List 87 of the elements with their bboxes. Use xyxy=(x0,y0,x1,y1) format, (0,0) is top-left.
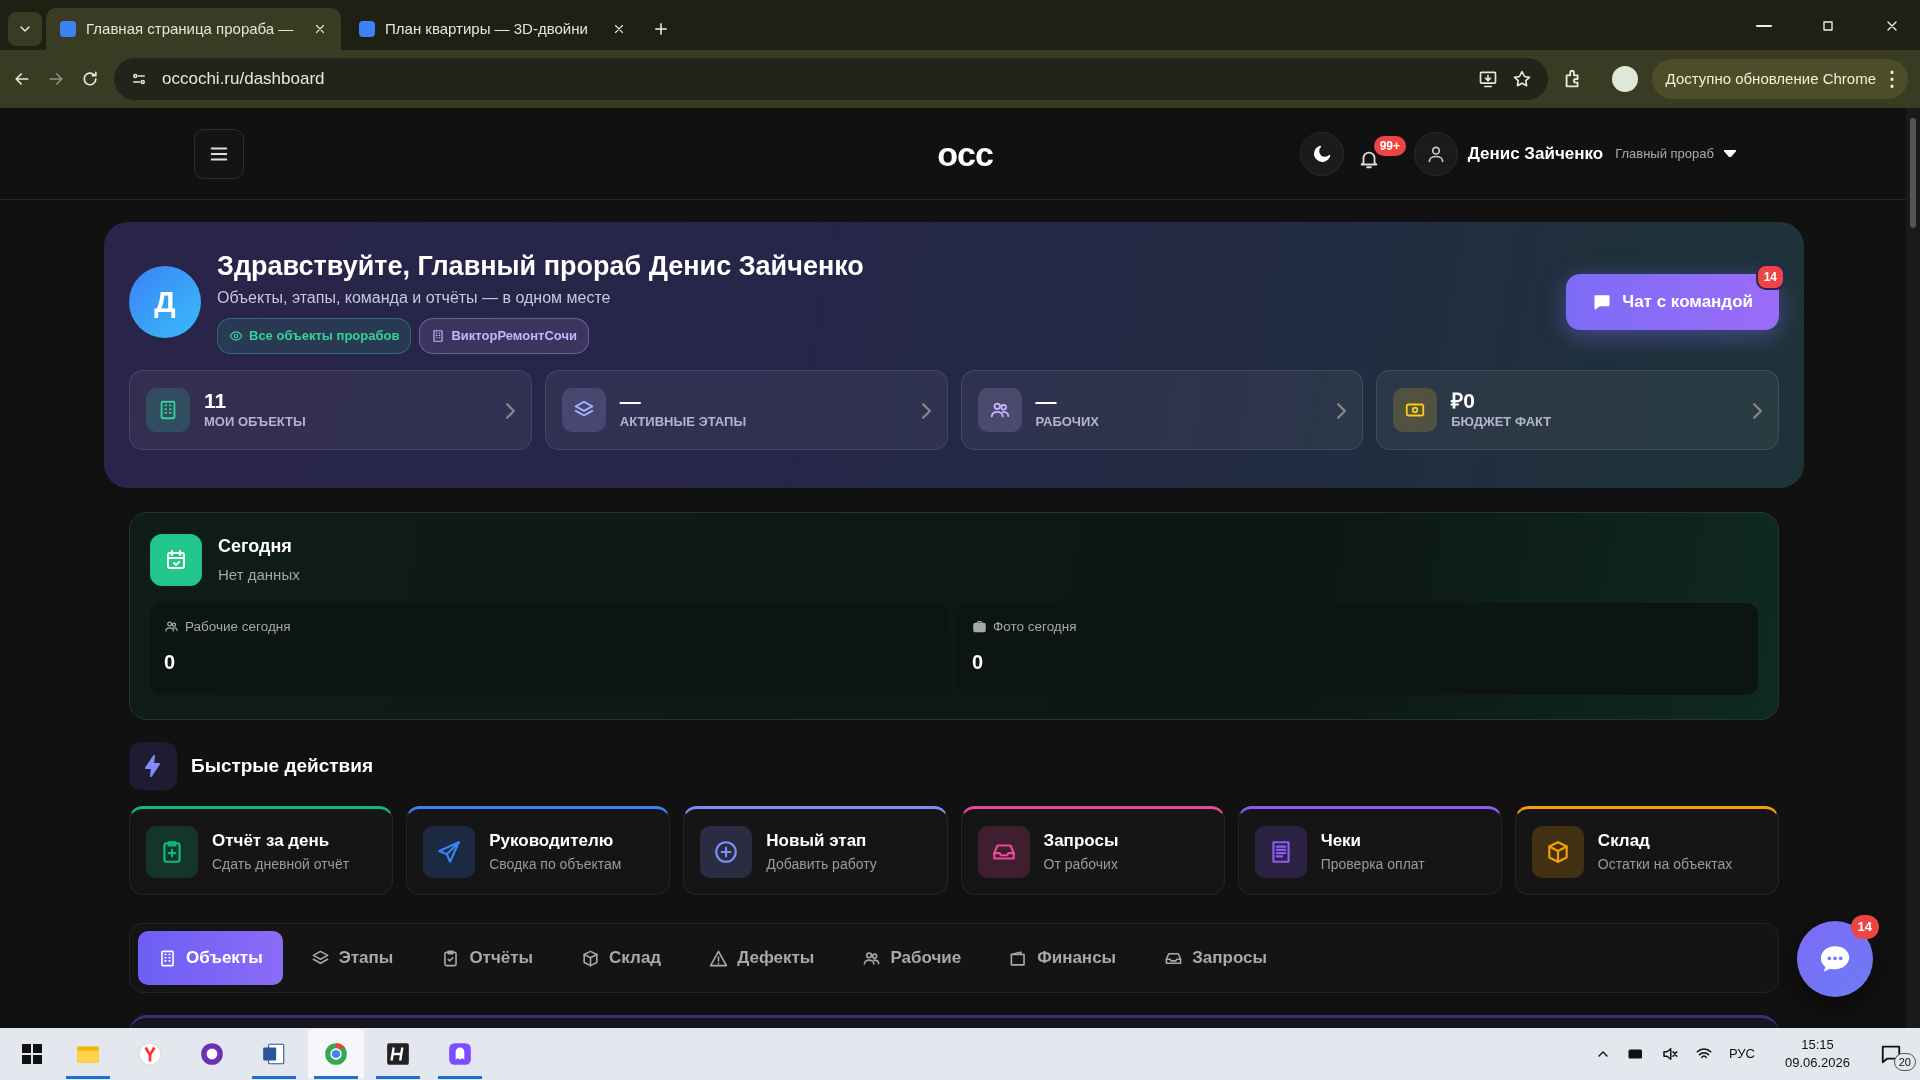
address-bar[interactable]: occochi.ru/dashboard xyxy=(114,58,1548,100)
calendar-icon xyxy=(164,547,188,572)
url-text: occochi.ru/dashboard xyxy=(162,68,325,91)
chevron-icon xyxy=(921,402,931,419)
stat-value: — xyxy=(1035,388,1058,412)
ghost-tile-icon xyxy=(447,1041,473,1067)
warning-icon xyxy=(709,948,729,968)
logo[interactable]: occ xyxy=(937,136,993,171)
user-name: Денис Зайченко xyxy=(1467,142,1604,165)
section-tab[interactable]: Объекты xyxy=(138,931,283,985)
document-icon xyxy=(261,1041,287,1067)
y-circle-icon xyxy=(137,1041,163,1067)
user-role: Главный прораб xyxy=(1615,144,1714,163)
box-icon xyxy=(581,948,601,968)
today-stat-value: 0 xyxy=(972,649,985,675)
chevron-icon xyxy=(1337,402,1347,419)
stat-label: МОИ ОБЪЕКТЫ xyxy=(204,412,307,431)
menu-button[interactable] xyxy=(194,128,244,179)
building-icon xyxy=(158,948,177,968)
quick-action-card[interactable]: Запросы От рабочих xyxy=(960,806,1225,895)
tab-list-button[interactable] xyxy=(8,12,42,46)
chevron-icon xyxy=(1753,402,1762,419)
section-tab[interactable]: Отчёты xyxy=(421,931,554,985)
close-icon xyxy=(313,22,327,36)
stat-value: ₽0 xyxy=(1451,388,1476,412)
section-tab[interactable]: Дефекты xyxy=(689,931,835,985)
browser-icon xyxy=(323,1041,349,1067)
paper-plane-icon xyxy=(436,838,463,865)
today-stat-label: Фото сегодня xyxy=(993,617,1077,636)
notification-count: 20 xyxy=(1893,1052,1916,1071)
quick-action-card[interactable]: Новый этап Добавить работу xyxy=(683,806,948,895)
windows-icon xyxy=(22,1044,42,1064)
stat-card[interactable]: — АКТИВНЫЕ ЭТАПЫ xyxy=(544,369,948,450)
unread-badge: 14 xyxy=(1755,263,1785,290)
stat-label: БЮДЖЕТ ФАКТ xyxy=(1451,412,1553,431)
filter-chip[interactable]: Все объекты прорабов xyxy=(217,318,412,354)
eye-icon xyxy=(229,329,243,344)
browser-tab[interactable]: План квартиры — 3D-двойни xyxy=(345,8,640,50)
today-stat-value: 0 xyxy=(164,649,177,675)
stat-label: РАБОЧИХ xyxy=(1035,412,1101,431)
quick-action-card[interactable]: Отчёт за день Сдать дневной отчёт xyxy=(129,806,394,895)
quick-action-card[interactable]: Чеки Проверка оплат xyxy=(1237,806,1502,895)
stat-value: — xyxy=(619,388,642,412)
section-tab[interactable]: Рабочие xyxy=(842,931,982,985)
stat-value: 11 xyxy=(204,388,228,412)
welcome-title: Здравствуйте, Главный прораб Денис Зайченко xyxy=(217,250,865,283)
restore-icon xyxy=(1820,18,1836,34)
welcome-subtitle: Объекты, этапы, команда и отчёты — в одном месте xyxy=(217,288,612,309)
avatar: Д xyxy=(129,265,201,338)
stat-label: АКТИВНЫЕ ЭТАПЫ xyxy=(619,412,748,431)
section-tab[interactable]: Запросы xyxy=(1144,931,1287,985)
star-icon xyxy=(1511,69,1532,89)
minimize-icon xyxy=(1756,25,1772,27)
close-icon xyxy=(612,22,626,36)
update-button[interactable]: Доступно обновление Chrome xyxy=(1651,59,1908,99)
install-icon xyxy=(1477,69,1498,89)
section-title: Быстрые действия xyxy=(191,753,374,778)
slanted-lines-icon xyxy=(385,1041,411,1067)
scrollbar[interactable] xyxy=(1906,108,1920,1028)
language-indicator[interactable]: РУС xyxy=(1728,1044,1755,1064)
favicon-icon xyxy=(359,21,375,37)
favicon-icon xyxy=(60,21,76,37)
quick-action-card[interactable]: Руководителю Сводка по объектам xyxy=(406,806,671,895)
unread-badge: 14 xyxy=(1850,915,1879,939)
stat-card[interactable]: — РАБОЧИХ xyxy=(960,369,1364,450)
section-tab[interactable]: Финансы xyxy=(989,931,1137,985)
clock-date[interactable]: 09.06.2026 xyxy=(1784,1054,1850,1072)
stat-card[interactable]: ₽0 БЮДЖЕТ ФАКТ xyxy=(1376,369,1779,450)
caret-icon xyxy=(1724,150,1736,157)
section-tab[interactable]: Склад xyxy=(561,931,682,985)
filter-chip[interactable]: ВикторРемонтСочи xyxy=(419,318,589,354)
profile-avatar[interactable] xyxy=(1611,66,1638,92)
plus-icon xyxy=(713,838,740,865)
more-icon xyxy=(1890,70,1894,88)
chevron-icon xyxy=(505,402,515,419)
today-stat-label: Рабочие сегодня xyxy=(185,617,291,636)
quick-action-card[interactable]: Склад Остатки на объектах xyxy=(1514,806,1780,895)
notification-count: 99+ xyxy=(1373,135,1406,156)
section-tab[interactable]: Этапы xyxy=(290,931,414,985)
today-title: Сегодня xyxy=(218,535,293,558)
browser-tab[interactable]: Главная страница прораба — xyxy=(46,8,341,50)
clock-time[interactable]: 15:15 xyxy=(1784,1036,1850,1054)
speaker-muted-icon xyxy=(1660,1045,1679,1063)
building-icon xyxy=(431,329,446,344)
reload-icon xyxy=(80,69,100,89)
stat-card[interactable]: 11 МОИ ОБЪЕКТЫ xyxy=(129,369,532,450)
today-subtitle: Нет данных xyxy=(218,565,300,585)
